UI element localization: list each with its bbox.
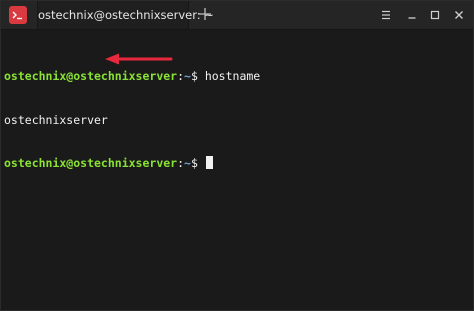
prompt-path: ~ bbox=[184, 69, 191, 83]
command-output: ostechnixserver bbox=[4, 112, 108, 127]
output-line: ostechnixserver bbox=[4, 113, 473, 128]
prompt-user: ostechnix@ostechnixserver bbox=[4, 156, 178, 170]
prompt-symbol: $ bbox=[190, 156, 205, 170]
maximize-button[interactable] bbox=[427, 7, 443, 23]
menu-button[interactable] bbox=[378, 7, 394, 23]
prompt-line: ostechnix@ostechnixserver:~$ bbox=[4, 156, 473, 171]
tab-terminal[interactable]: ostechnix@ostechnixserver: ~ bbox=[37, 1, 214, 29]
prompt-symbol: $ bbox=[190, 69, 205, 83]
text-cursor bbox=[205, 156, 213, 169]
minimize-button[interactable] bbox=[404, 7, 420, 23]
prompt-path: ~ bbox=[184, 156, 191, 170]
minimize-icon bbox=[408, 17, 416, 19]
command-text: hostname bbox=[204, 69, 261, 83]
new-tab-button[interactable] bbox=[195, 4, 215, 24]
prompt-line: ostechnix@ostechnixserver:~$ hostname bbox=[4, 69, 473, 84]
terminal-app-icon bbox=[9, 6, 27, 24]
tab-title: ostechnix@ostechnixserver: ~ bbox=[38, 8, 214, 22]
terminal-output[interactable]: ostechnix@ostechnixserver:~$ hostname os… bbox=[1, 30, 473, 310]
prompt-separator: : bbox=[177, 156, 185, 170]
title-bar: ostechnix@ostechnixserver: ~ bbox=[1, 1, 473, 30]
close-icon bbox=[455, 11, 463, 19]
maximize-icon bbox=[430, 10, 440, 20]
prompt-user: ostechnix@ostechnixserver bbox=[4, 69, 178, 83]
annotation-arrow-icon bbox=[105, 53, 173, 65]
close-button[interactable] bbox=[451, 7, 467, 23]
menu-icon bbox=[382, 10, 390, 20]
plus-icon bbox=[199, 8, 211, 20]
terminal-window: ostechnix@ostechnixserver: ~ ostechnix@o… bbox=[0, 0, 474, 311]
prompt-separator: : bbox=[177, 69, 185, 83]
